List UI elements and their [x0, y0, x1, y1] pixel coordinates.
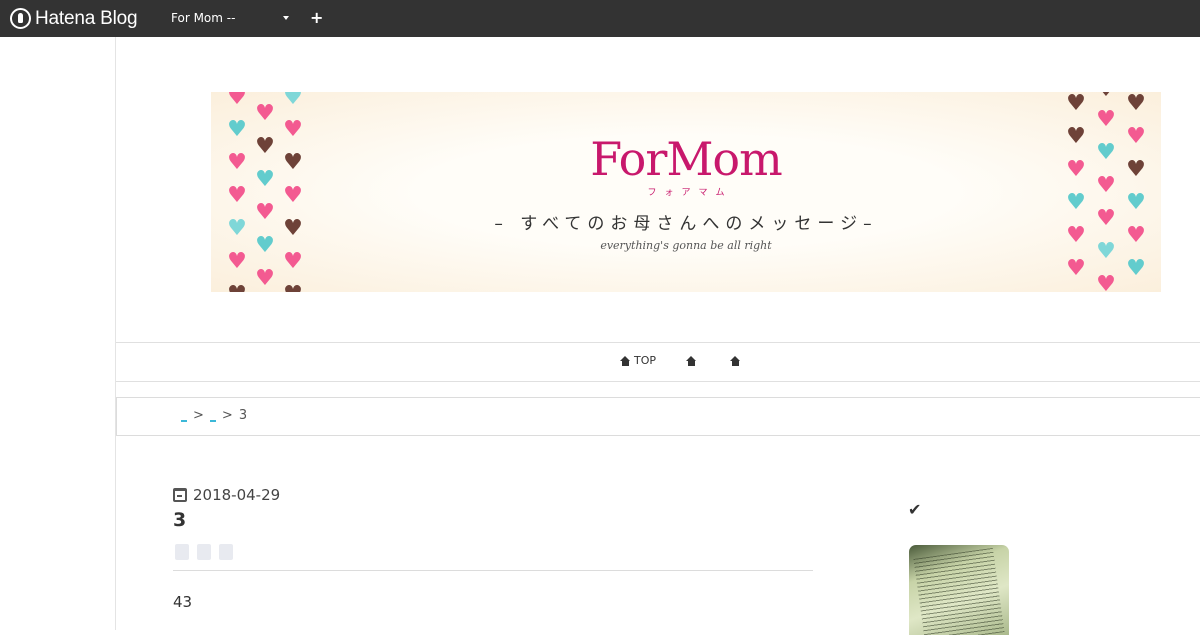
heart-icon: ♥ [226, 284, 248, 293]
home-icon [686, 355, 697, 366]
profile-image[interactable] [909, 545, 1009, 635]
heart-icon: ♥ [227, 249, 247, 274]
home-icon [730, 355, 741, 366]
heart-icon: ♥ [1096, 206, 1116, 231]
entry-date-text: 2018-04-29 [193, 486, 281, 504]
chevron-down-icon [283, 16, 289, 20]
breadcrumb-link-home[interactable] [181, 410, 187, 422]
heart-icon: ♥ [227, 92, 247, 110]
blog-selector[interactable]: For Mom -- [171, 11, 289, 25]
entry-date[interactable]: 2018-04-29 [173, 486, 280, 504]
heart-icon: ♥ [1126, 256, 1146, 281]
heart-icon: ♥ [255, 101, 275, 126]
check-icon: ✔ [908, 500, 922, 519]
left-gutter [0, 37, 116, 630]
heart-icon: ♥ [1095, 92, 1117, 101]
heart-icon: ♥ [1066, 223, 1086, 248]
right-hearts-decoration: ♥ ♥ ♥ ♥ ♥ ♥ ♥ ♥ ♥ ♥ ♥ ♥ ♥ ♥ ♥ ♥ ♥ ♥ ♥ [1063, 92, 1161, 292]
breadcrumb-link-category[interactable] [209, 410, 216, 422]
breadcrumb: > > 3 [116, 397, 1200, 436]
nav-item-top[interactable]: TOP [620, 354, 656, 367]
heart-icon: ♥ [1066, 92, 1086, 116]
share-button[interactable] [175, 544, 189, 560]
dictionary-photo [913, 547, 1005, 635]
add-entry-button[interactable]: + [310, 8, 323, 27]
banner-subtitle: – すべてのお母さんへのメッセージ– [494, 214, 878, 234]
breadcrumb-separator: > [221, 408, 233, 423]
banner-title: ForMom [590, 132, 783, 186]
nav-item-3[interactable] [730, 354, 744, 367]
heart-icon: ♥ [1066, 256, 1086, 281]
heart-icon: ♥ [1096, 140, 1116, 165]
heart-icon: ♥ [1126, 223, 1146, 248]
header-banner[interactable]: ♥ ♥ ♥ ♥ ♥ ♥ ♥ ♥ ♥ ♥ ♥ ♥ ♥ ♥ ♥ ♥ ♥ ♥ ♥ ♥ … [211, 92, 1161, 292]
hatena-blog-logo[interactable]: Hatena Blog [10, 7, 138, 30]
heart-icon: ♥ [283, 92, 303, 110]
heart-icon: ♥ [1096, 272, 1116, 293]
nav-item-2[interactable] [686, 354, 700, 367]
heart-icon: ♥ [1096, 107, 1116, 132]
share-button[interactable] [219, 544, 233, 560]
heart-icon: ♥ [1126, 190, 1146, 215]
brand-name: Hatena Blog [35, 7, 138, 29]
calendar-icon [173, 488, 187, 502]
heart-icon: ♥ [1126, 157, 1146, 182]
global-nav: TOP [116, 342, 1200, 382]
heart-icon: ♥ [283, 249, 303, 274]
blog-selector-value: For Mom -- [171, 11, 236, 25]
hatena-logo-icon [10, 8, 31, 29]
breadcrumb-separator: > [193, 408, 204, 423]
heart-icon: ♥ [1096, 239, 1116, 264]
home-icon [620, 355, 631, 366]
heart-icon: ♥ [255, 266, 275, 291]
hatena-topbar: Hatena Blog For Mom -- + [0, 0, 1200, 37]
nav-item-label: TOP [634, 354, 657, 367]
banner-kana: フォアマム [647, 188, 733, 198]
social-buttons [175, 544, 233, 560]
heart-icon: ♥ [1096, 173, 1116, 198]
heart-icon: ♥ [1126, 124, 1146, 149]
entry-divider [173, 570, 813, 571]
banner-tagline: everything's gonna be all right [600, 239, 772, 252]
heart-icon: ♥ [1126, 92, 1146, 116]
entry-title[interactable]: 3 [173, 509, 186, 531]
share-button[interactable] [197, 544, 211, 560]
heart-icon: ♥ [1066, 124, 1086, 149]
entry-body: 43 [173, 593, 193, 611]
heart-icon: ♥ [1066, 157, 1086, 182]
heart-icon: ♥ [1066, 190, 1086, 215]
heart-icon: ♥ [282, 284, 304, 293]
breadcrumb-current: 3 [238, 408, 248, 423]
